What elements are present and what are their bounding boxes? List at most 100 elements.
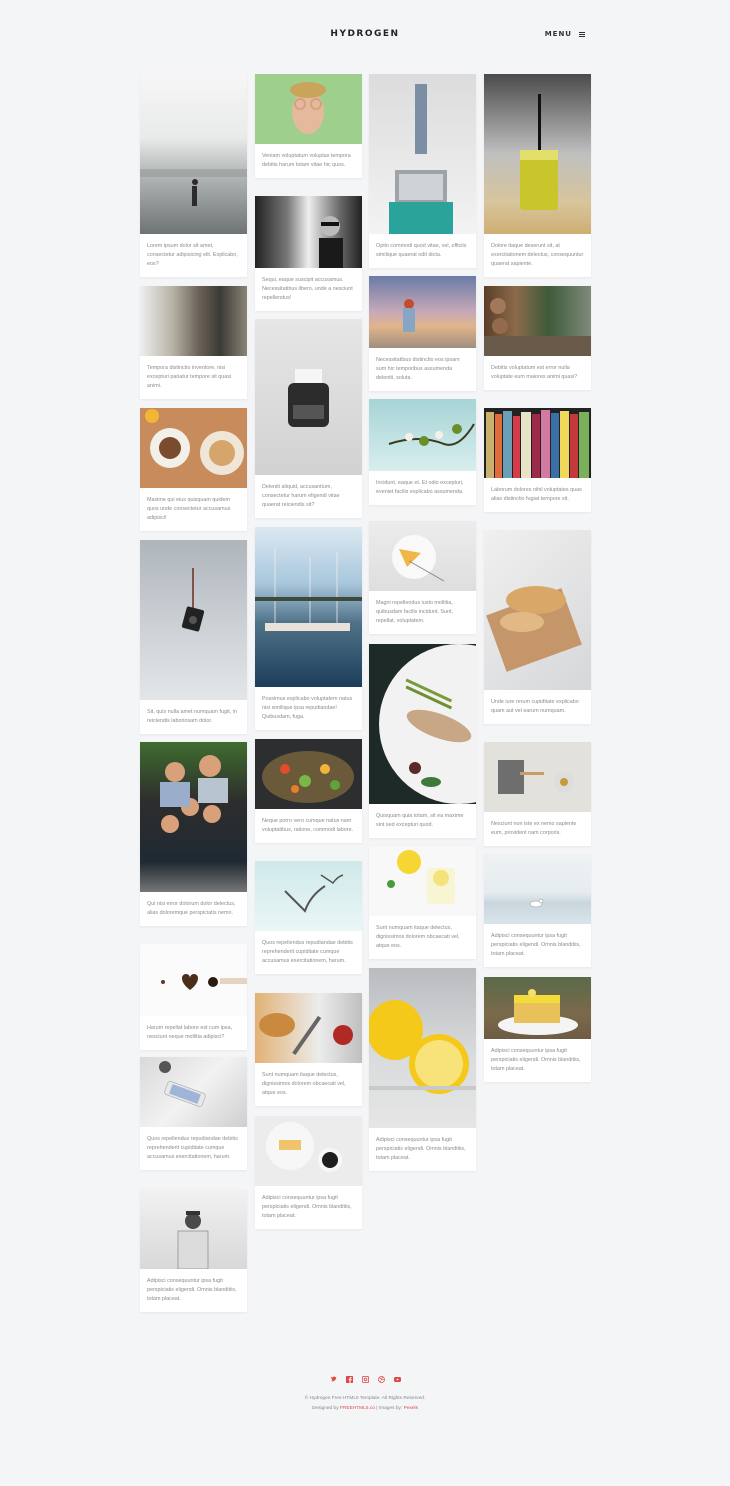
photo-fish-asparagus xyxy=(369,644,476,804)
photo-sailboats-harbor xyxy=(255,527,362,687)
photo-card[interactable]: Adipisci consequuntur ipsa fugit perspic… xyxy=(140,1189,247,1312)
photo-card[interactable]: Sunt numquam itaque delectus, dignissimo… xyxy=(255,993,362,1106)
site-logo[interactable]: HYDROGEN xyxy=(0,29,730,39)
photo-card[interactable]: Optio commodi quod vitae, vel, officiis … xyxy=(369,74,476,268)
photo-card[interactable]: Laborum dolores nihil voluptates quas al… xyxy=(484,408,591,512)
photo-card[interactable]: Dolore itaque deserunt sit, at exercitat… xyxy=(484,74,591,277)
photo-card[interactable]: Veniam voluptatum voluptas tempora debit… xyxy=(255,74,362,178)
photo-card[interactable]: Tempora distinctio inventore, nisi excep… xyxy=(140,286,247,399)
photo-card[interactable]: Quisquam quia totam, sit ea maxime sint … xyxy=(369,644,476,838)
photo-coffee-and-cake xyxy=(255,1116,362,1186)
card-caption: Unde iure rerum cupiditate explicabo qua… xyxy=(491,699,579,714)
dribbble-icon[interactable] xyxy=(377,1376,385,1383)
card-caption: Sunt numquam itaque delectus, dignissimo… xyxy=(376,925,460,949)
photo-card[interactable]: Adipisci consequuntur ipsa fugit perspic… xyxy=(369,968,476,1171)
photo-coffee-beans-heart xyxy=(140,944,247,1016)
photo-card[interactable]: Neque porro vero cumque natus nam volupt… xyxy=(255,739,362,843)
photo-card[interactable]: Magni repellendus iusto mollitia, quibus… xyxy=(369,521,476,634)
photo-dessert-plate xyxy=(369,521,476,591)
card-caption: Adipisci consequuntur ipsa fugit perspic… xyxy=(376,1137,466,1161)
card-caption: Dolore itaque deserunt sit, at exercitat… xyxy=(491,243,584,267)
images-by-label: | Images by: xyxy=(376,1406,403,1411)
card-caption: Sit, quis nulla amet numquam fugit, in r… xyxy=(147,709,237,724)
photo-card[interactable]: Maxime qui eius quisquam quidem quos und… xyxy=(140,408,247,531)
photo-card[interactable]: Sit, quis nulla amet numquam fugit, in r… xyxy=(140,540,247,734)
photo-card[interactable]: Incidunt, eaque et. Et odio excepturi, e… xyxy=(369,399,476,505)
photo-seagull-beach xyxy=(484,854,591,924)
photo-card[interactable]: Adipisci consequuntur ipsa fugit perspic… xyxy=(484,854,591,967)
photo-phone-on-desk xyxy=(140,1057,247,1127)
photo-typewriter xyxy=(255,319,362,475)
photo-flowering-branch xyxy=(369,399,476,471)
designer-link[interactable]: FREEHTML5.co xyxy=(340,1406,375,1411)
photo-card[interactable]: Necessitatibus distinctio eos ipsam sum … xyxy=(369,276,476,391)
photo-woman-sunglasses xyxy=(255,196,362,268)
photo-lemon-drink xyxy=(369,846,476,916)
card-caption: Adipisci consequuntur ipsa fugit perspic… xyxy=(147,1278,237,1302)
card-caption: Adipisci consequuntur ipsa fugit perspic… xyxy=(491,1048,581,1072)
photo-card[interactable]: Debitis voluptatum est error nulla volup… xyxy=(484,286,591,390)
card-caption: Veniam voluptatum voluptas tempora debit… xyxy=(262,153,351,168)
card-caption: Deleniti aliquid, accusantium, consectet… xyxy=(262,484,340,508)
photo-card[interactable]: Unde iure rerum cupiditate explicabo qua… xyxy=(484,530,591,724)
photo-card[interactable]: Possimus explicabo voluptatem natus nisi… xyxy=(255,527,362,730)
photo-laptop-on-lap xyxy=(369,74,476,234)
photo-card[interactable]: Nesciunt non iste ex nemo sapiente eum, … xyxy=(484,742,591,846)
facebook-icon[interactable] xyxy=(345,1376,353,1383)
photo-cake-slice xyxy=(484,977,591,1039)
card-caption: Quisquam quia totam, sit ea maxime sint … xyxy=(376,813,464,828)
designed-by-label: Designed by xyxy=(311,1406,339,1411)
card-caption: Debitis voluptatum est error nulla volup… xyxy=(491,365,578,380)
card-caption: Nesciunt non iste ex nemo sapiente eum, … xyxy=(491,821,577,836)
photo-croissants-jam xyxy=(255,993,362,1063)
photo-seagulls-flying xyxy=(255,861,362,931)
card-caption: Adipisci consequuntur ipsa fugit perspic… xyxy=(262,1195,352,1219)
photo-card[interactable]: Lorem ipsum dolor sit amet, consectetur … xyxy=(140,74,247,277)
photo-card[interactable]: Sequi, eaque suscipit accusamus. Necessi… xyxy=(255,196,362,311)
menu-label: MENU xyxy=(544,30,572,38)
menu-button[interactable]: MENU xyxy=(545,30,585,38)
card-caption: Lorem ipsum dolor sit amet, consectetur … xyxy=(147,243,238,267)
card-caption: Qui nisi error dolorum dolor delectus, a… xyxy=(147,901,236,916)
photo-juice-glass xyxy=(484,74,591,234)
photo-card[interactable]: Sunt numquam itaque delectus, dignissimo… xyxy=(369,846,476,959)
photo-card[interactable]: Harum repellat labore est cum ipsa, nesc… xyxy=(140,944,247,1050)
card-caption: Incidunt, eaque et. Et odio excepturi, e… xyxy=(376,480,464,495)
card-caption: Quos repellendus repudiandae debitis rep… xyxy=(262,940,353,964)
photo-family-in-car xyxy=(140,742,247,892)
photo-man-in-cap xyxy=(140,1189,247,1269)
photo-bread-loaf xyxy=(484,530,591,690)
card-caption: Harum repellat labore est cum ipsa, nesc… xyxy=(147,1025,233,1040)
youtube-icon[interactable] xyxy=(393,1376,401,1383)
photo-card[interactable]: Quos repellendus repudiandae debitis rep… xyxy=(255,861,362,974)
photo-firewood-forest xyxy=(484,286,591,356)
card-caption: Sunt numquam itaque delectus, dignissimo… xyxy=(262,1072,346,1096)
card-caption: Maxime qui eius quisquam quidem quos und… xyxy=(147,497,231,521)
photo-hanging-camera xyxy=(140,540,247,700)
photo-bookshelf xyxy=(484,408,591,478)
card-caption: Optio commodi quod vitae, vel, officiis … xyxy=(376,243,467,258)
credits-line: Designed by FREEHTML5.co | Images by: Pe… xyxy=(0,1404,730,1414)
card-caption: Laborum dolores nihil voluptates quas al… xyxy=(491,487,582,502)
card-caption: Possimus explicabo voluptatem natus nisi… xyxy=(262,696,353,720)
site-footer: © Hydrogen Free HTML5 Template. All Righ… xyxy=(0,1375,730,1414)
photo-breakfast-table xyxy=(140,408,247,488)
photo-man-by-lake xyxy=(140,74,247,234)
twitter-icon[interactable] xyxy=(330,1376,337,1383)
photo-vegetable-stirfry xyxy=(255,739,362,809)
site-header: HYDROGEN MENU xyxy=(0,0,730,70)
card-caption: Sequi, eaque suscipit accusamus. Necessi… xyxy=(262,277,353,301)
instagram-icon[interactable] xyxy=(361,1375,369,1384)
photo-card[interactable]: Quos repellendus repudiandae debitis rep… xyxy=(140,1057,247,1170)
hamburger-icon xyxy=(579,31,585,37)
photo-worker xyxy=(140,286,247,356)
card-caption: Adipisci consequuntur ipsa fugit perspic… xyxy=(491,933,581,957)
photo-card[interactable]: Adipisci consequuntur ipsa fugit perspic… xyxy=(255,1116,362,1229)
social-links xyxy=(0,1375,730,1384)
photo-woman-funny-face xyxy=(255,74,362,144)
photo-card[interactable]: Qui nisi error dolorum dolor delectus, a… xyxy=(140,742,247,926)
photo-card[interactable]: Adipisci consequuntur ipsa fugit perspic… xyxy=(484,977,591,1082)
card-caption: Magni repellendus iusto mollitia, quibus… xyxy=(376,600,454,624)
images-source-link[interactable]: Pexels xyxy=(404,1406,418,1411)
photo-card[interactable]: Deleniti aliquid, accusantium, consectet… xyxy=(255,319,362,518)
